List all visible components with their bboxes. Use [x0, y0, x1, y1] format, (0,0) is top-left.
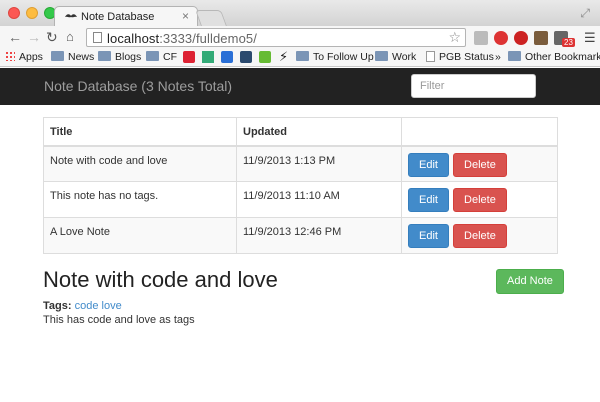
drive-icon: [202, 51, 214, 63]
app-brand[interactable]: Note Database (3 Notes Total): [44, 78, 232, 94]
delete-button[interactable]: Delete: [453, 224, 507, 248]
folder-icon: [146, 51, 159, 61]
filter-input[interactable]: [411, 74, 536, 98]
extension-badge: 23: [562, 38, 575, 47]
close-window-button[interactable]: [8, 7, 20, 19]
table-header-row: Title Updated: [43, 117, 558, 147]
apps-grid-icon: [5, 51, 15, 61]
bookmark-favicon-6[interactable]: ⚡: [279, 49, 289, 64]
table-row: This note has no tags. 11/9/2013 11:10 A…: [43, 181, 558, 218]
new-tab-button[interactable]: [195, 10, 227, 26]
browser-tab[interactable]: Note Database ×: [54, 6, 198, 26]
note-updated-cell: 11/9/2013 12:46 PM: [236, 217, 402, 254]
extension-icon-3[interactable]: [514, 31, 528, 45]
folder-icon: [375, 51, 388, 61]
ci-icon: [240, 51, 252, 63]
mustache-icon: [65, 14, 77, 18]
delete-button[interactable]: Delete: [453, 152, 507, 177]
selected-note-title: Note with code and love: [43, 267, 278, 292]
tags-label: Tags:: [43, 300, 72, 312]
bookmark-blogs[interactable]: Blogs: [98, 51, 141, 65]
bookmarks-overflow[interactable]: »: [495, 51, 501, 65]
note-title-cell: This note has no tags.: [43, 181, 237, 218]
tab-title: Note Database: [81, 11, 155, 23]
tag-link-code[interactable]: code: [75, 300, 99, 312]
folder-icon: [51, 51, 64, 61]
browser-toolbar: ← → ↻ ⌂ localhost:3333/fulldemo5/ ☆ 23 ☰: [0, 26, 600, 48]
column-header-title: Title: [43, 117, 237, 147]
forward-arrow-icon[interactable]: →: [27, 29, 41, 45]
bookmark-pgb-status[interactable]: PGB Status: [426, 51, 494, 65]
bookmark-favicon-3[interactable]: [221, 51, 233, 65]
note-updated-cell: 11/9/2013 1:13 PM: [236, 145, 402, 182]
document-icon: [426, 51, 435, 62]
browser-titlebar: Note Database × ⤢: [0, 0, 600, 26]
red-favicon-icon: [183, 51, 195, 63]
column-header-updated: Updated: [236, 117, 402, 147]
note-title-cell: Note with code and love: [43, 145, 237, 182]
bookmark-favicon-1[interactable]: [183, 51, 195, 65]
delete-button[interactable]: Delete: [453, 188, 507, 212]
bookmark-work[interactable]: Work: [375, 51, 416, 65]
reload-icon[interactable]: ↻: [46, 29, 58, 45]
page-icon: [93, 32, 102, 43]
edit-button[interactable]: Edit: [408, 152, 449, 177]
table-row: Note with code and love 11/9/2013 1:13 P…: [43, 145, 558, 182]
bookmark-favicon-2[interactable]: [202, 51, 214, 65]
edit-button[interactable]: Edit: [408, 188, 449, 212]
bookmark-news[interactable]: News: [51, 51, 94, 65]
folder-icon: [98, 51, 111, 61]
url-text: localhost:3333/fulldemo5/: [107, 31, 257, 46]
tab-close-icon[interactable]: ×: [182, 9, 189, 23]
green-favicon-icon: [259, 51, 271, 63]
address-bar[interactable]: localhost:3333/fulldemo5/ ☆: [86, 28, 466, 47]
note-actions-cell: Edit Delete: [401, 217, 558, 254]
note-tags: Tags: code love: [43, 300, 122, 312]
minimize-window-button[interactable]: [26, 7, 38, 19]
extension-icon-2[interactable]: [494, 31, 508, 45]
note-updated-cell: 11/9/2013 11:10 AM: [236, 181, 402, 218]
tag-link-love[interactable]: love: [102, 300, 122, 312]
selected-note-body: This has code and love as tags: [43, 314, 195, 326]
bookmark-apps[interactable]: Apps: [5, 51, 43, 65]
fullscreen-icon[interactable]: ⤢: [580, 6, 590, 21]
lightning-icon: ⚡: [279, 49, 289, 64]
bookmarks-bar: Apps News Blogs CF ⚡ To Follow Up Work P…: [0, 48, 600, 67]
bookmark-favicon-4[interactable]: [240, 51, 252, 65]
edit-button[interactable]: Edit: [408, 224, 449, 248]
extension-icon-1[interactable]: [474, 31, 488, 45]
bookmark-star-icon[interactable]: ☆: [448, 29, 461, 46]
browser-menu-icon[interactable]: ☰: [584, 30, 596, 46]
bookmark-favicon-5[interactable]: [259, 51, 271, 65]
bookmark-cf[interactable]: CF: [146, 51, 177, 65]
note-actions-cell: Edit Delete: [401, 181, 558, 218]
bookmark-other-bookmarks[interactable]: Other Bookmarks: [508, 51, 600, 65]
notes-table: Title Updated Note with code and love 11…: [43, 117, 558, 254]
note-actions-cell: Edit Delete: [401, 145, 558, 182]
column-header-actions: [401, 117, 558, 147]
table-row: A Love Note 11/9/2013 12:46 PM Edit Dele…: [43, 217, 558, 254]
folder-icon: [296, 51, 309, 61]
folder-icon: [508, 51, 521, 61]
home-icon[interactable]: ⌂: [66, 29, 74, 45]
calendar-icon: [221, 51, 233, 63]
extension-icon-4[interactable]: [534, 31, 548, 45]
bookmark-to-follow-up[interactable]: To Follow Up: [296, 51, 374, 65]
note-title-cell: A Love Note: [43, 217, 237, 254]
app-navbar: Note Database (3 Notes Total): [0, 68, 600, 105]
back-arrow-icon[interactable]: ←: [8, 29, 22, 45]
add-note-button[interactable]: Add Note: [496, 269, 564, 294]
